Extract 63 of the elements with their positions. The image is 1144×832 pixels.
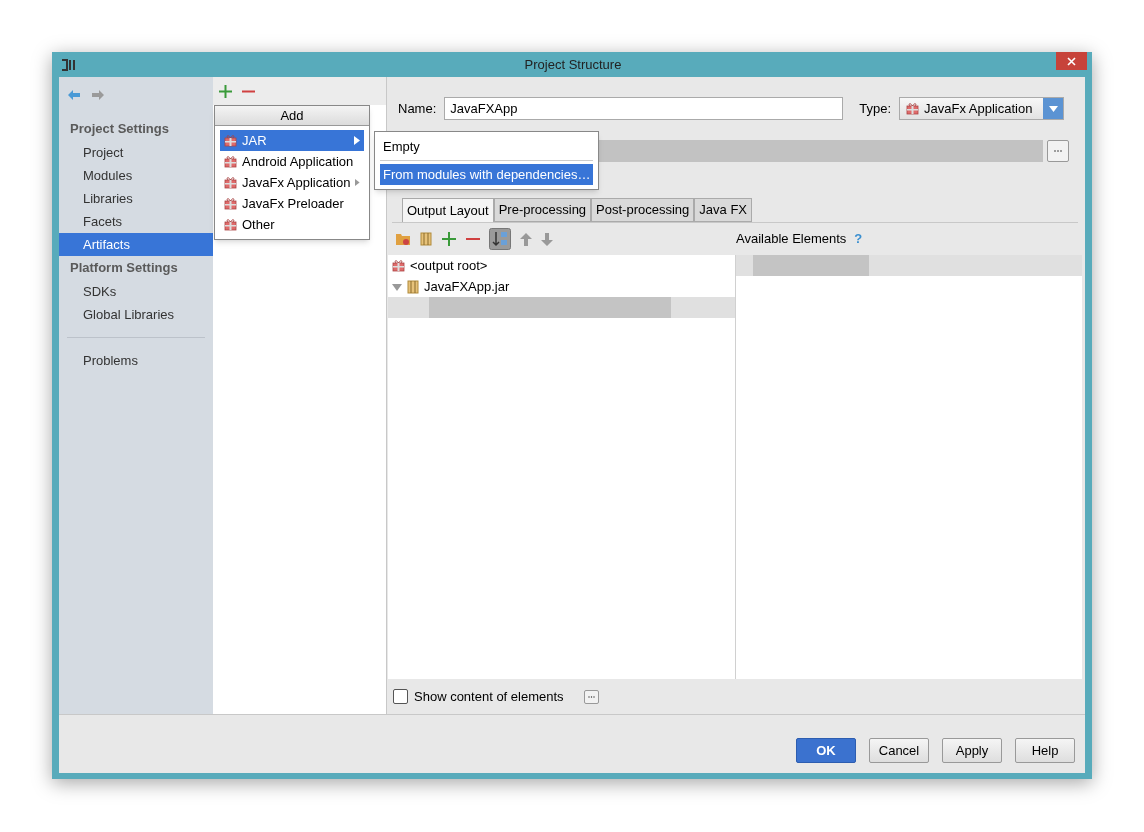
popup-title: Add (215, 106, 369, 126)
sidebar-item[interactable]: Libraries (59, 187, 213, 210)
gift-icon (224, 155, 237, 168)
add-icon[interactable] (441, 231, 457, 247)
menu-item[interactable]: JavaFx Application (220, 172, 364, 193)
sort-icon[interactable] (489, 228, 511, 250)
tab[interactable]: Java FX (694, 198, 752, 222)
tree-toggle-icon[interactable] (392, 281, 402, 292)
gift-icon (392, 259, 405, 272)
tree-item[interactable]: <output root> (410, 255, 488, 276)
gift-icon (224, 218, 237, 231)
up-arrow-icon[interactable] (520, 232, 532, 246)
close-icon (1067, 56, 1076, 66)
ellipsis-button[interactable] (583, 689, 599, 704)
tab[interactable]: Output Layout (402, 198, 494, 222)
sidebar-item[interactable]: Facets (59, 210, 213, 233)
jar-icon (407, 279, 419, 294)
name-field[interactable]: JavaFXApp (444, 97, 844, 120)
menu-item[interactable]: JavaFx Preloader (220, 193, 364, 214)
sidebar-item[interactable]: SDKs (59, 280, 213, 303)
down-arrow-icon[interactable] (541, 232, 553, 246)
tree-item[interactable]: JavaFXApp.jar (424, 276, 510, 297)
dropdown-arrow-icon (1048, 105, 1058, 112)
jar-icon (420, 232, 432, 246)
gift-icon (906, 102, 919, 115)
menu-item[interactable]: Other (220, 214, 364, 235)
app-logo-icon (61, 57, 77, 72)
sidebar-item[interactable]: Modules (59, 164, 213, 187)
gift-icon (224, 197, 237, 210)
window-title: Project Structure (523, 55, 623, 74)
menu-item[interactable]: JAR (220, 130, 364, 151)
ellipsis-icon (587, 695, 595, 698)
tab[interactable]: Post-processing (591, 198, 695, 222)
checkbox-label: Show content of elements (414, 687, 564, 706)
add-icon[interactable] (219, 84, 232, 98)
section-heading: Platform Settings (69, 259, 179, 277)
sidebar-item[interactable]: Project (59, 141, 213, 164)
back-arrow-icon[interactable] (67, 89, 81, 101)
gift-icon (224, 134, 237, 147)
dialog-button[interactable]: OK (796, 738, 856, 763)
dialog-button[interactable]: Apply (942, 738, 1002, 763)
dialog-button[interactable]: Cancel (869, 738, 929, 763)
sidebar-item[interactable]: Global Libraries (59, 303, 213, 326)
close-button[interactable] (1056, 52, 1087, 70)
type-dropdown[interactable]: JavaFx Application (899, 97, 1064, 120)
checkbox[interactable] (393, 689, 408, 704)
browse-button[interactable] (1047, 139, 1069, 162)
name-label: Name: (398, 99, 437, 118)
menu-item[interactable]: Empty (380, 136, 594, 157)
forward-arrow-icon[interactable] (91, 89, 105, 101)
available-elements-label: Available Elements (736, 230, 847, 249)
remove-icon[interactable] (466, 237, 480, 241)
tab[interactable]: Pre-processing (493, 198, 592, 222)
type-label: Type: (859, 99, 891, 118)
remove-icon[interactable] (242, 89, 255, 93)
menu-item[interactable]: From modules with dependencies… (380, 164, 594, 185)
ellipsis-icon (1054, 149, 1062, 152)
gift-icon (224, 176, 237, 189)
section-heading: Project Settings (69, 120, 170, 138)
menu-item[interactable]: Android Application (220, 151, 364, 172)
dialog-button[interactable]: Help (1015, 738, 1075, 763)
sidebar-item[interactable]: Artifacts (59, 233, 213, 256)
sidebar-item[interactable]: Problems (59, 349, 213, 372)
